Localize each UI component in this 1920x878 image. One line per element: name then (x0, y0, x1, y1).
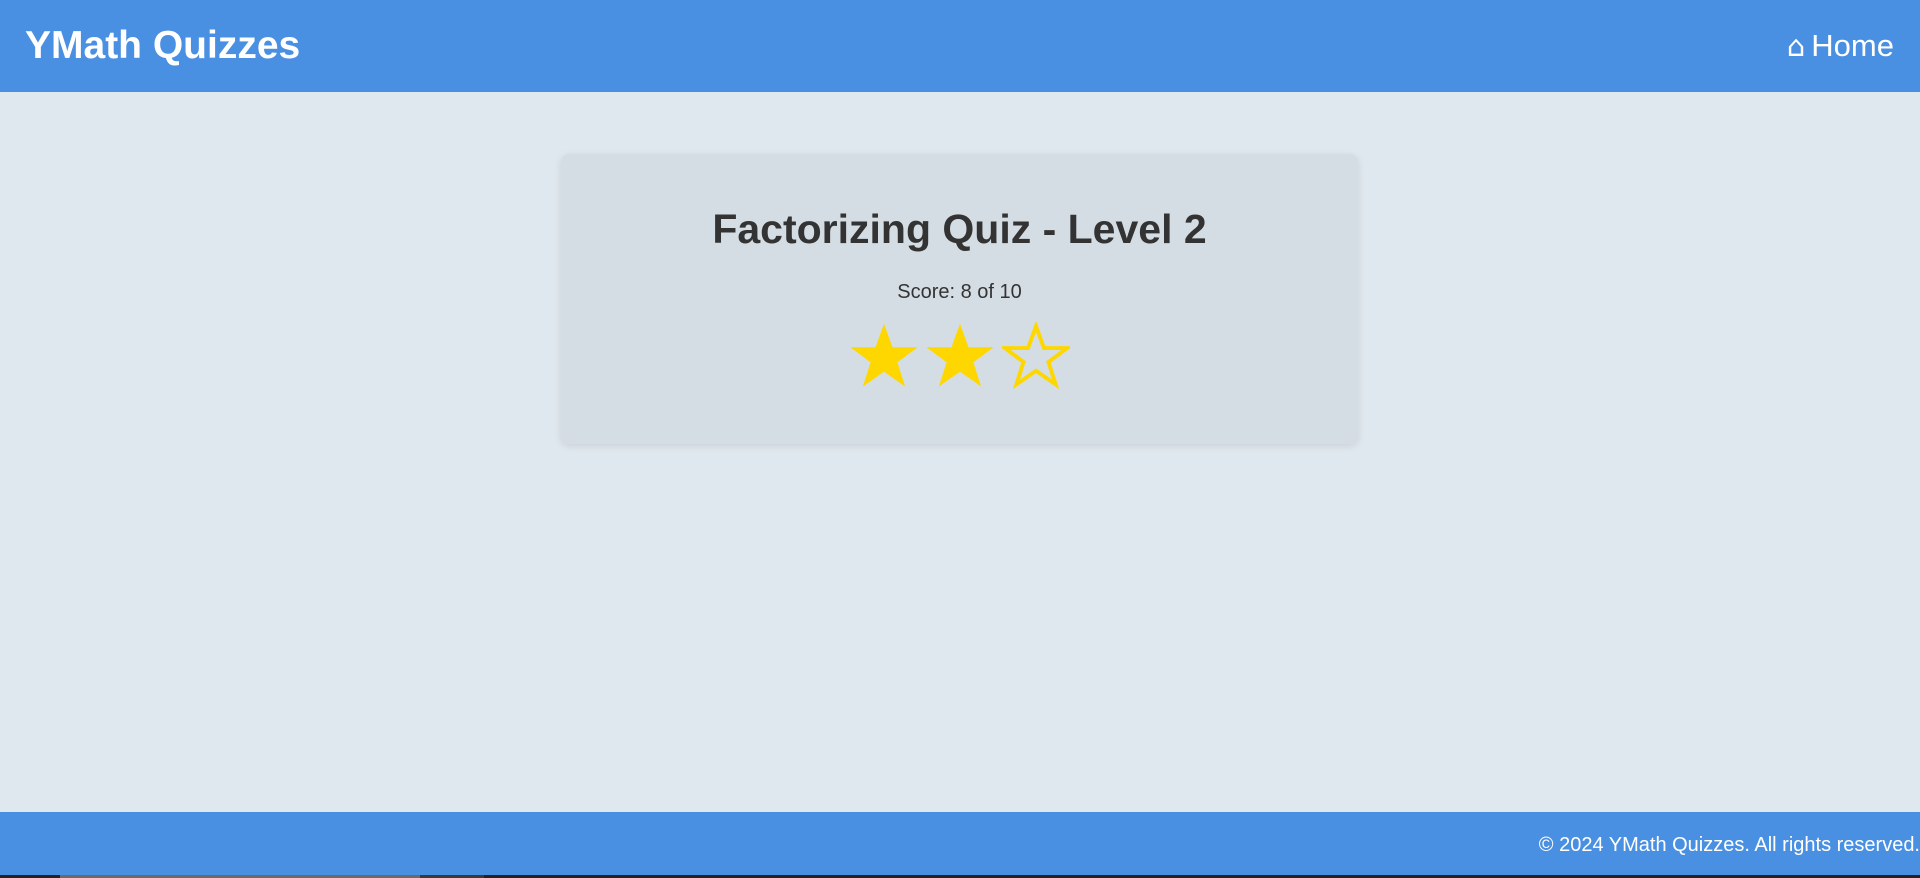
star-1-icon (849, 322, 918, 390)
copyright-text: © 2024 YMath Quizzes. All rights reserve… (1538, 834, 1920, 856)
score-text: Score: 8 of 10 (897, 281, 1022, 303)
quiz-title: Factorizing Quiz - Level 2 (712, 206, 1207, 252)
home-icon: ⌂ (1786, 28, 1806, 63)
star-rating (561, 322, 1358, 390)
quiz-result-card: Factorizing Quiz - Level 2 Score: 8 of 1… (561, 154, 1358, 444)
brand-logo-link[interactable]: YMath Quizzes (25, 24, 300, 68)
home-link-label: Home (1811, 28, 1894, 63)
home-link[interactable]: ⌂ Home (1787, 28, 1894, 64)
footer: © 2024 YMath Quizzes. All rights reserve… (0, 812, 1920, 875)
top-navbar: YMath Quizzes ⌂ Home (0, 0, 1920, 92)
page: YMath Quizzes ⌂ Home Factorizing Quiz - … (0, 0, 1920, 878)
star-2-icon (925, 322, 994, 390)
star-3-icon (1001, 322, 1070, 390)
